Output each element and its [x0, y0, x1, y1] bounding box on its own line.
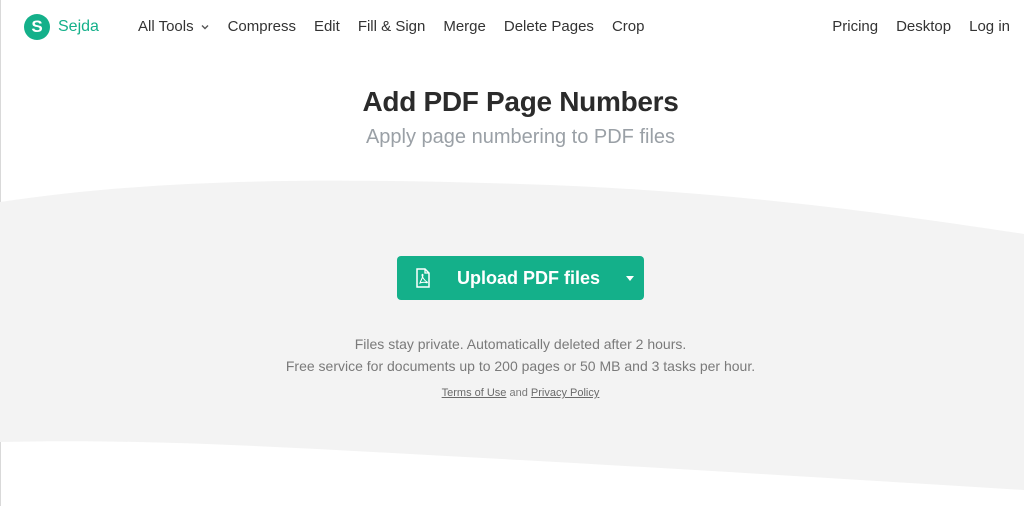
- legal-and: and: [509, 387, 528, 399]
- upload-button-label: Upload PDF files: [457, 268, 601, 288]
- nav-all-tools[interactable]: All Tools: [138, 18, 210, 35]
- privacy-note: Files stay private. Automatically delete…: [354, 336, 687, 352]
- privacy-policy-link[interactable]: Privacy Policy: [531, 387, 599, 399]
- page-subtitle: Apply page numbering to PDF files: [365, 126, 676, 148]
- nav-fill-sign[interactable]: Fill & Sign: [358, 18, 426, 35]
- legal-links: Terms of Use and Privacy Policy: [0, 387, 1024, 399]
- nav-pricing[interactable]: Pricing: [832, 18, 878, 35]
- nav-delete-pages[interactable]: Delete Pages: [504, 18, 594, 35]
- top-navigation: S Sejda All Tools Compress Edit Fill & S…: [0, 0, 1024, 56]
- nav-left: All Tools Compress Edit Fill & Sign Merg…: [138, 18, 662, 35]
- nav-log-in[interactable]: Log in: [969, 18, 1010, 35]
- nav-compress[interactable]: Compress: [228, 18, 296, 35]
- chevron-down-icon: [201, 24, 209, 29]
- sejda-logo-icon: S: [24, 14, 50, 40]
- limits-note: Free service for documents up to 200 pag…: [285, 358, 756, 374]
- nav-merge[interactable]: Merge: [443, 18, 486, 35]
- upload-pdf-button[interactable]: Upload PDF files: [397, 256, 644, 300]
- nav-edit[interactable]: Edit: [314, 18, 340, 35]
- nav-right: Pricing Desktop Log in: [814, 18, 1010, 35]
- nav-crop[interactable]: Crop: [612, 18, 645, 35]
- nav-all-tools-label: All Tools: [138, 18, 194, 35]
- upload-options-caret-icon[interactable]: [626, 276, 634, 281]
- pdf-file-icon: [416, 268, 430, 288]
- page-title: Add PDF Page Numbers: [362, 86, 679, 117]
- brand-name: Sejda: [58, 18, 99, 35]
- terms-of-use-link[interactable]: Terms of Use: [442, 387, 507, 399]
- sejda-logo-link[interactable]: S Sejda: [24, 14, 99, 40]
- nav-desktop[interactable]: Desktop: [896, 18, 951, 35]
